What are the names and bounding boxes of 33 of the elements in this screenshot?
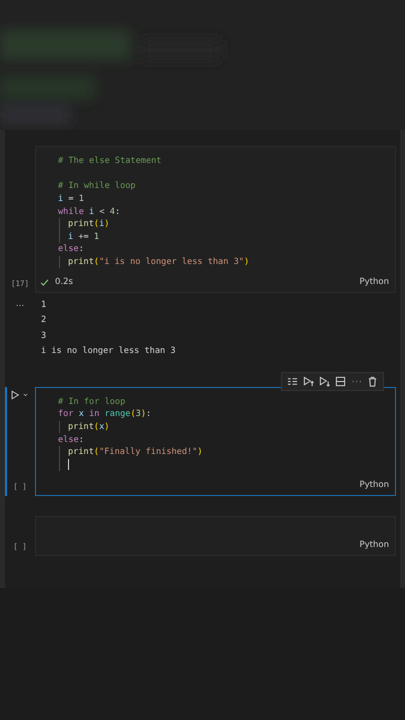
output-line: 3 [41, 330, 48, 343]
run-above-icon[interactable] [303, 376, 314, 387]
code-line: # The else Statement [58, 156, 162, 166]
delete-icon[interactable] [367, 376, 378, 387]
output-line: 2 [41, 314, 48, 328]
execution-time: 0.2s [55, 277, 73, 288]
code-line: print("Finally finished!") [68, 447, 203, 458]
language-label[interactable]: Python [360, 277, 389, 288]
language-label[interactable]: Python [360, 480, 389, 490]
code-line: while i < 4: [58, 206, 120, 217]
split-cell-icon[interactable] [335, 376, 346, 387]
code-line: i = 1 [58, 194, 84, 204]
code-line: else: [58, 434, 84, 445]
code-cell[interactable]: # In for loop for x in range(3): print(x) else: print("Finally finished!") Python [35, 386, 396, 496]
output-marker[interactable]: ... [16, 299, 24, 310]
run-icon[interactable] [10, 390, 20, 400]
code-line: # In for loop [58, 396, 126, 407]
code-line: print("i is no longer less than 3") [68, 257, 250, 268]
language-label[interactable]: Python [360, 540, 389, 550]
run-below-icon[interactable] [319, 376, 330, 387]
code-cell[interactable]: Python [35, 516, 396, 556]
code-line: print(i) [68, 219, 110, 230]
chevron-icon[interactable] [22, 391, 29, 398]
code-line: # In while loop [58, 181, 136, 192]
code-line: for x in range(3): [58, 409, 152, 420]
run-by-line-icon[interactable] [287, 376, 298, 387]
code-line: else: [58, 244, 84, 254]
output-line: 1 [41, 298, 48, 312]
code-line: print(x) [68, 422, 110, 432]
text-caret [68, 459, 69, 470]
output-line: i is no longer less than 3 [41, 344, 176, 358]
code-line: i += 1 [68, 232, 100, 242]
code-cell[interactable]: # The else Statement # In while loop i = 1 while i < 4: print(i) i += 1 else: print("i is no longer less than 3") 0.2s Python [35, 146, 396, 294]
